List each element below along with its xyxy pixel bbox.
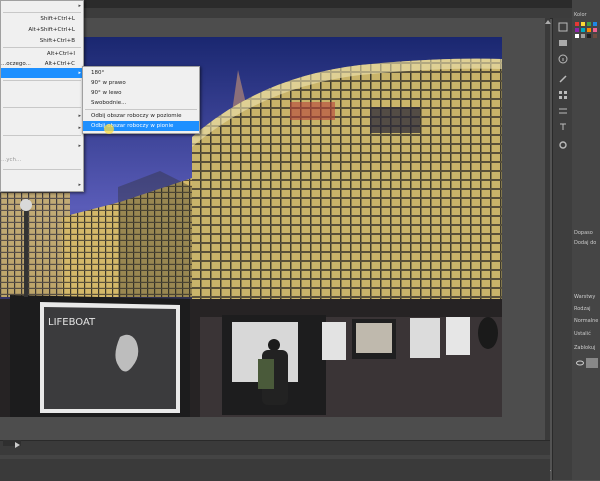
menu-item[interactable]: ▸ xyxy=(1,111,83,121)
menu-item[interactable]: ...ych... xyxy=(1,155,83,165)
menu-item-label: ...ych... xyxy=(1,157,22,163)
color-swatch[interactable] xyxy=(581,34,585,38)
submenu-arrow-icon: ▸ xyxy=(78,125,81,131)
color-swatch[interactable] xyxy=(593,22,597,26)
submenu-item-flip-vertical[interactable]: Odbij obszar roboczy w pionie xyxy=(83,121,199,131)
submenu-item-label: 90° w lewo xyxy=(91,90,122,96)
opacity-label: Ustalić xyxy=(574,331,591,337)
color-swatch[interactable] xyxy=(587,34,591,38)
lock-label: Zablokuj xyxy=(574,345,596,351)
color-swatch[interactable] xyxy=(575,28,579,32)
color-swatch[interactable] xyxy=(575,22,579,26)
menu-item[interactable]: Shift+Ctrl+L xyxy=(1,14,83,24)
play-icon[interactable] xyxy=(15,442,20,448)
submenu-item-label: Odbij obszar roboczy w poziomie xyxy=(91,113,182,119)
info-icon[interactable] xyxy=(558,54,568,64)
submenu-item-180[interactable]: 180° xyxy=(83,68,199,78)
menu-separator xyxy=(3,80,81,81)
menu-item[interactable]: Alt+Shift+Ctrl+L xyxy=(1,25,83,35)
tab-adjustments[interactable]: Dopaso xyxy=(574,230,593,236)
gear-icon[interactable] xyxy=(558,140,568,150)
scroll-up-arrow-icon[interactable] xyxy=(545,20,551,24)
menu-item[interactable]: Shift+Ctrl+B xyxy=(1,36,83,46)
brush-icon[interactable] xyxy=(558,74,568,84)
application-title-bar xyxy=(0,0,600,8)
color-swatch[interactable] xyxy=(587,22,591,26)
color-swatch[interactable] xyxy=(593,34,597,38)
rotate-canvas-submenu: 180° 90° w prawo 90° w lewo Swobodnie...… xyxy=(82,66,200,134)
layer-kind-filter[interactable]: Rodzaj xyxy=(574,306,591,312)
menu-item-shortcut: Alt+Ctrl+I xyxy=(46,51,75,57)
menu-separator xyxy=(3,107,81,108)
menu-item-shortcut: Shift+Ctrl+L xyxy=(40,16,75,22)
color-swatch[interactable] xyxy=(593,28,597,32)
menu-item[interactable]: Alt+Ctrl+I xyxy=(1,49,83,59)
menu-item-shortcut: Shift+Ctrl+B xyxy=(39,38,75,44)
menu-item[interactable]: ▸ xyxy=(1,123,83,133)
adjustments-icon[interactable] xyxy=(558,106,568,116)
menu-item[interactable]: ▸ xyxy=(1,180,83,190)
menu-separator xyxy=(3,47,81,48)
layer-thumbnail[interactable] xyxy=(586,358,598,368)
submenu-arrow-icon: ▸ xyxy=(78,113,81,119)
submenu-item-arbitrary[interactable]: Swobodnie... xyxy=(83,98,199,108)
menu-item[interactable]: ▸ xyxy=(1,141,83,151)
panel-icon-strip xyxy=(552,18,573,480)
menu-separator xyxy=(85,109,197,110)
tab-color[interactable]: Kolor xyxy=(574,12,587,18)
billboard-text: LIFEBOAT xyxy=(48,317,96,328)
color-swatch[interactable] xyxy=(575,34,579,38)
menu-item[interactable]: ▸ xyxy=(1,1,83,11)
submenu-arrow-icon: ▸ xyxy=(78,3,81,9)
color-swatch[interactable] xyxy=(581,28,585,32)
menu-separator xyxy=(3,135,81,136)
menu-separator xyxy=(3,169,81,170)
text-tool-icon[interactable] xyxy=(558,122,568,132)
submenu-item-label: Swobodnie... xyxy=(91,100,127,106)
submenu-item-label: 180° xyxy=(91,70,105,76)
timeline-track[interactable] xyxy=(0,455,550,459)
menu-item-shortcut: Alt+Ctrl+C xyxy=(44,61,75,67)
submenu-item-label: 90° w prawo xyxy=(91,80,126,86)
vertical-scrollbar[interactable] xyxy=(545,18,550,480)
submenu-arrow-icon: ▸ xyxy=(78,70,81,76)
blend-mode-select[interactable]: Normalne xyxy=(574,318,598,324)
menu-separator xyxy=(3,12,81,13)
menu-item-rotate-canvas[interactable]: ▸ xyxy=(1,68,83,78)
submenu-item-90-right[interactable]: 90° w prawo xyxy=(83,78,199,88)
history-icon[interactable] xyxy=(558,22,568,32)
menu-item-label: ...oczego... xyxy=(1,61,31,67)
submenu-arrow-icon: ▸ xyxy=(78,182,81,188)
timeline-panel xyxy=(0,440,550,481)
submenu-item-90-left[interactable]: 90° w lewo xyxy=(83,88,199,98)
right-docked-panels: Kolor Dopaso Dodaj do Warstwy Rodzaj Nor… xyxy=(572,0,600,480)
submenu-arrow-icon: ▸ xyxy=(78,143,81,149)
cursor-highlight-icon xyxy=(104,124,114,134)
image-menu-dropdown: ▸ Shift+Ctrl+L Alt+Shift+Ctrl+L Shift+Ct… xyxy=(0,0,84,192)
color-swatch[interactable] xyxy=(587,28,591,32)
swatches-icon[interactable] xyxy=(558,90,568,100)
menu-item-shortcut: Alt+Shift+Ctrl+L xyxy=(28,27,75,33)
properties-icon[interactable] xyxy=(558,38,568,48)
color-swatch[interactable] xyxy=(581,22,585,26)
adjustments-add-label: Dodaj do xyxy=(574,240,597,246)
submenu-item-flip-horizontal[interactable]: Odbij obszar roboczy w poziomie xyxy=(83,111,199,121)
eye-visibility-icon[interactable] xyxy=(576,360,584,366)
tab-layers[interactable]: Warstwy xyxy=(574,294,595,300)
